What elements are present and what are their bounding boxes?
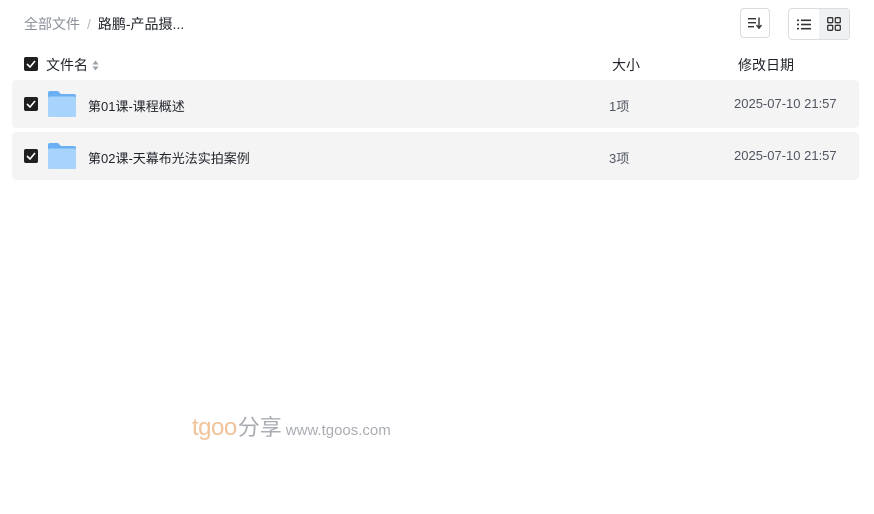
checkmark-icon [26,60,36,68]
breadcrumb: 全部文件 / 路鹏-产品摄... [24,14,184,34]
file-name[interactable]: 第01课-课程概述 [88,96,185,115]
list-view-button[interactable] [789,9,819,39]
list-view-icon [797,19,811,29]
file-browser-page: 全部文件 / 路鹏-产品摄... 文件名 大小 修改日期 第01课-课程概述 1… [0,0,874,514]
file-size: 3项 [609,151,630,166]
table-row[interactable]: 第01课-课程概述 1项 2025-07-10 21:57 [12,80,859,128]
file-modified-date: 2025-07-10 21:57 [734,148,837,163]
breadcrumb-current-folder: 路鹏-产品摄... [97,16,185,32]
watermark: tgoo 分享 www.tgoos.com [192,410,391,442]
select-all-checkbox[interactable] [24,57,38,71]
watermark-url: www.tgoos.com [285,422,391,439]
breadcrumb-root-link[interactable]: 全部文件 [24,14,80,34]
file-size: 1项 [609,99,630,114]
watermark-cn-text: 分享 [237,415,282,440]
name-column-label: 文件名 [46,57,88,73]
folder-icon [48,91,76,117]
name-column-header[interactable]: 文件名 [46,55,99,75]
table-header: 文件名 大小 修改日期 [12,52,859,76]
date-column-header: 修改日期 [738,57,794,73]
checkmark-icon [26,152,36,160]
grid-view-button[interactable] [819,9,849,39]
file-modified-date: 2025-07-10 21:57 [734,96,837,111]
file-name[interactable]: 第02课-天幕布光法实拍案例 [88,148,250,167]
size-column-header: 大小 [612,57,640,73]
table-row[interactable]: 第02课-天幕布光法实拍案例 3项 2025-07-10 21:57 [12,132,859,180]
sort-button[interactable] [740,8,770,38]
folder-icon [48,143,76,169]
watermark-brand: tgoo [192,414,237,441]
sort-caret-icon [92,60,99,71]
grid-view-icon [827,17,841,31]
row-checkbox[interactable] [24,149,38,163]
view-mode-toggle [788,8,850,40]
row-checkbox[interactable] [24,97,38,111]
checkmark-icon [26,100,36,108]
breadcrumb-separator: / [87,16,91,32]
sort-lines-icon [748,17,762,29]
